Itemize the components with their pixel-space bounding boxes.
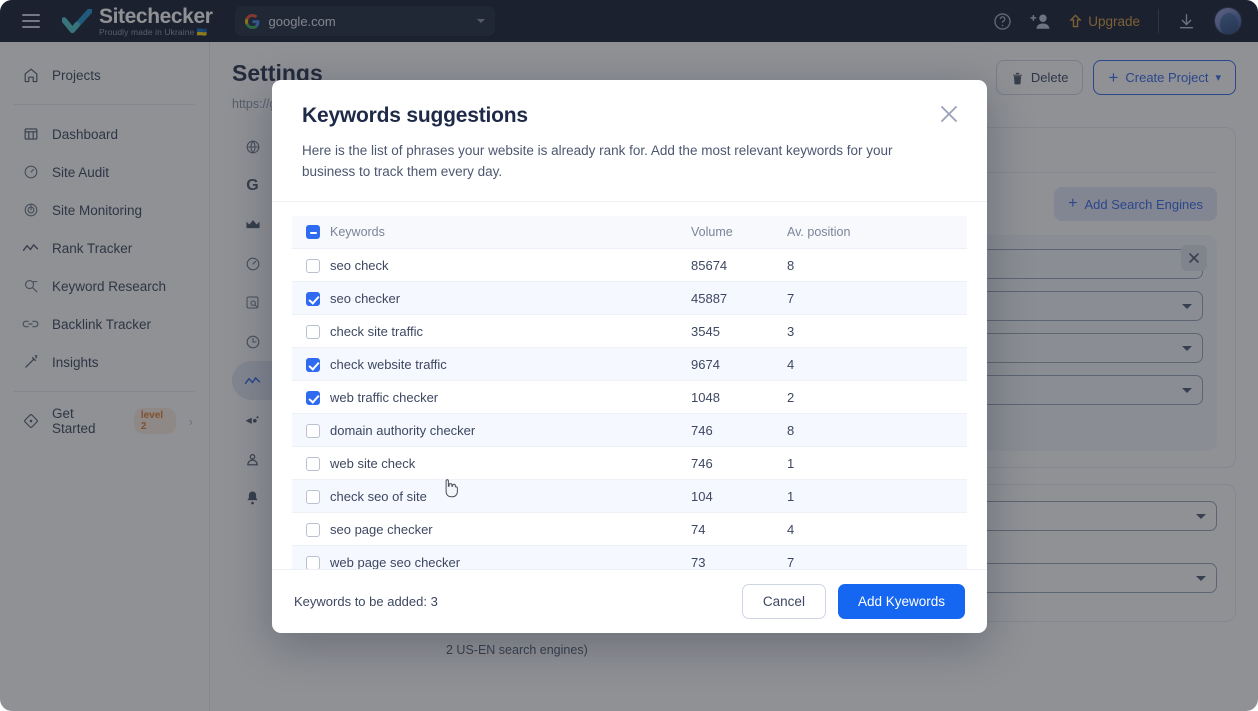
cell-keyword: seo check: [326, 248, 691, 283]
column-header-volume[interactable]: Volume: [691, 215, 787, 250]
row-checkbox[interactable]: [306, 259, 320, 274]
cell-volume: 9674: [691, 347, 787, 382]
row-checkbox-cell: [292, 248, 326, 283]
cell-keyword: domain authority checker: [326, 413, 691, 448]
cell-position: 2: [787, 380, 967, 415]
table-row[interactable]: seo page checker 74 4: [292, 512, 967, 547]
cell-position: 8: [787, 248, 967, 283]
app-root: Sitechecker Proudly made in Ukraine 🇺🇦 g…: [0, 0, 1258, 711]
table-row[interactable]: web page seo checker 73 7: [292, 545, 967, 569]
cell-position: 1: [787, 446, 967, 481]
table-header-row: Keywords Volume Av. position: [292, 215, 967, 250]
row-checkbox[interactable]: [306, 523, 320, 538]
row-checkbox[interactable]: [306, 556, 320, 569]
row-checkbox[interactable]: [306, 457, 320, 472]
cell-volume: 104: [691, 479, 787, 514]
cell-volume: 73: [691, 545, 787, 569]
cell-keyword: seo page checker: [326, 512, 691, 547]
keywords-count-label: Keywords to be added: 3: [294, 594, 438, 609]
row-checkbox[interactable]: [306, 292, 320, 307]
modal-body: Keywords Volume Av. position seo check 85…: [272, 200, 987, 569]
modal-header: Keywords suggestions Here is the list of…: [272, 80, 987, 201]
row-checkbox[interactable]: [306, 391, 320, 406]
column-header-keywords[interactable]: Keywords: [326, 215, 691, 250]
row-checkbox[interactable]: [306, 325, 320, 340]
cell-volume: 746: [691, 446, 787, 481]
row-checkbox-cell: [292, 380, 326, 415]
cell-volume: 746: [691, 413, 787, 448]
add-keywords-button[interactable]: Add Kyewords: [837, 584, 965, 619]
row-checkbox-cell: [292, 281, 326, 316]
table-row[interactable]: check site traffic 3545 3: [292, 314, 967, 349]
keywords-table-body: seo check 85674 8 seo checker 45887 7 check si…: [292, 248, 967, 569]
modal-title: Keywords suggestions: [302, 104, 528, 127]
close-icon[interactable]: [938, 103, 960, 125]
row-checkbox[interactable]: [306, 358, 320, 373]
row-checkbox-cell: [292, 512, 326, 547]
cell-keyword: check seo of site: [326, 479, 691, 514]
cell-position: 7: [787, 545, 967, 569]
cell-volume: 1048: [691, 380, 787, 415]
cell-keyword: check website traffic: [326, 347, 691, 382]
cell-position: 4: [787, 347, 967, 382]
row-checkbox-cell: [292, 479, 326, 514]
cell-volume: 74: [691, 512, 787, 547]
table-row[interactable]: web traffic checker 1048 2: [292, 380, 967, 415]
table-row[interactable]: domain authority checker 746 8: [292, 413, 967, 448]
modal-footer: Keywords to be added: 3 Cancel Add Kyewo…: [272, 569, 987, 633]
cell-position: 3: [787, 314, 967, 349]
row-checkbox-cell: [292, 413, 326, 448]
select-all-cell: [292, 215, 326, 250]
row-checkbox-cell: [292, 314, 326, 349]
table-row[interactable]: check seo of site 104 1: [292, 479, 967, 514]
cell-position: 7: [787, 281, 967, 316]
cell-keyword: web traffic checker: [326, 380, 691, 415]
cell-keyword: seo checker: [326, 281, 691, 316]
cell-volume: 3545: [691, 314, 787, 349]
cell-position: 1: [787, 479, 967, 514]
cell-position: 8: [787, 413, 967, 448]
modal-description: Here is the list of phrases your website…: [302, 143, 893, 179]
cell-keyword: web page seo checker: [326, 545, 691, 569]
table-row[interactable]: seo checker 45887 7: [292, 281, 967, 316]
row-checkbox[interactable]: [306, 424, 320, 439]
keywords-suggestions-modal: Keywords suggestions Here is the list of…: [272, 80, 987, 633]
cell-position: 4: [787, 512, 967, 547]
table-row[interactable]: web site check 746 1: [292, 446, 967, 481]
column-header-position[interactable]: Av. position: [787, 215, 967, 250]
cell-volume: 85674: [691, 248, 787, 283]
table-row[interactable]: seo check 85674 8: [292, 248, 967, 283]
row-checkbox-cell: [292, 347, 326, 382]
cell-keyword: check site traffic: [326, 314, 691, 349]
row-checkbox-cell: [292, 545, 326, 569]
table-row[interactable]: check website traffic 9674 4: [292, 347, 967, 382]
row-checkbox-cell: [292, 446, 326, 481]
cell-keyword: web site check: [326, 446, 691, 481]
select-all-checkbox[interactable]: [306, 225, 320, 240]
row-checkbox[interactable]: [306, 490, 320, 505]
cell-volume: 45887: [691, 281, 787, 316]
cancel-button[interactable]: Cancel: [741, 584, 826, 619]
keywords-table: Keywords Volume Av. position seo check 85…: [292, 215, 967, 569]
